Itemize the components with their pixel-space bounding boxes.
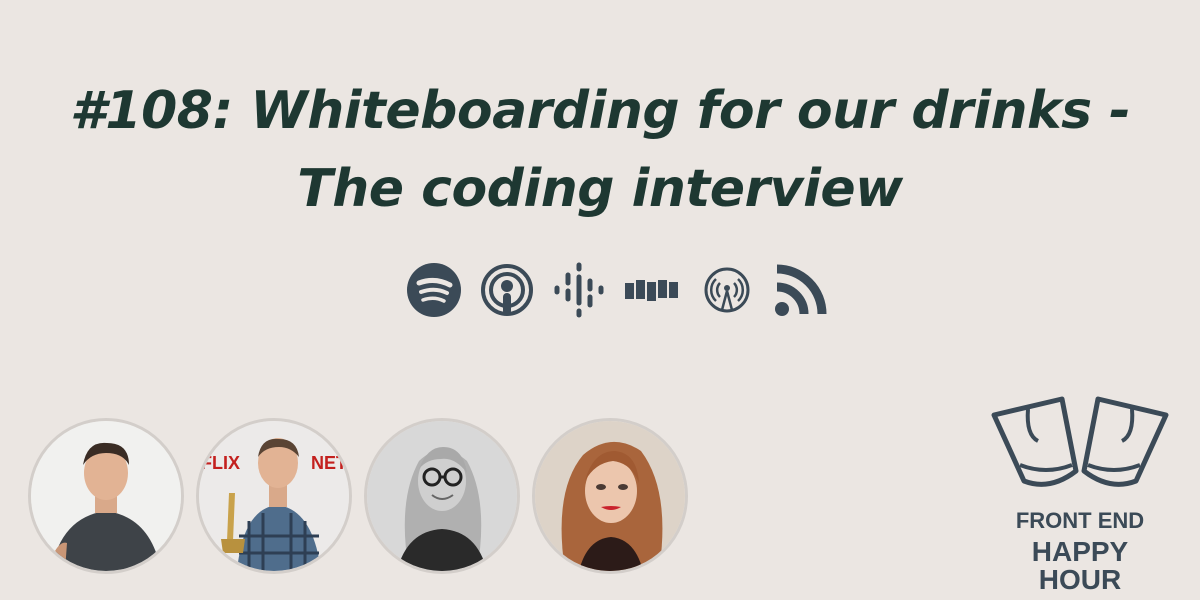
brand-line1: FRONT END	[1015, 508, 1145, 533]
svg-text:FLIX: FLIX	[201, 453, 240, 473]
stitcher-icon[interactable]	[623, 261, 681, 319]
rss-icon[interactable]	[773, 262, 829, 318]
episode-title-line1: #108: Whiteboarding for our drinks -	[69, 81, 1131, 141]
glasses-toast-icon	[991, 396, 1169, 487]
host-avatar-2: FLIX NETF	[196, 418, 352, 574]
host-avatar-3	[364, 418, 520, 574]
brand-logo: FRONT END HAPPY HOUR	[990, 395, 1170, 594]
episode-title: #108: Whiteboarding for our drinks - The…	[0, 72, 1200, 228]
episode-title-line2: The coding interview	[297, 159, 903, 219]
overcast-icon[interactable]	[703, 266, 751, 314]
google-podcasts-icon[interactable]	[551, 261, 607, 319]
apple-podcasts-icon[interactable]	[479, 262, 535, 318]
host-avatars: FLIX NETF	[28, 418, 700, 574]
host-avatar-1	[28, 418, 184, 574]
svg-text:NETF: NETF	[311, 453, 349, 473]
spotify-icon[interactable]	[405, 261, 463, 319]
brand-line2: HAPPY HOUR	[1031, 536, 1129, 595]
host-avatar-4	[532, 418, 688, 574]
platform-links	[405, 261, 829, 319]
